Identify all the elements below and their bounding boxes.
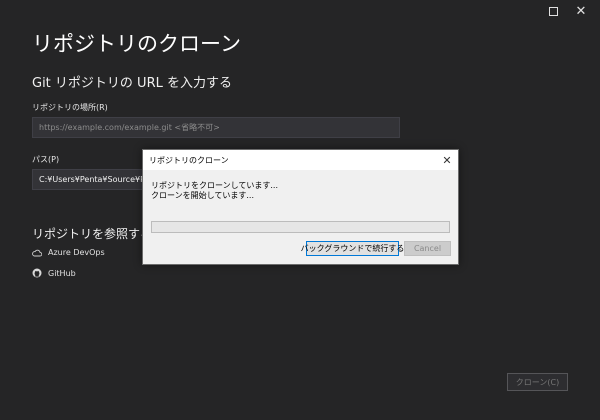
github-icon — [32, 268, 42, 278]
dialog-message-starting: クローンを開始しています... — [151, 191, 254, 200]
close-icon: ✕ — [575, 3, 587, 19]
browse-section-title: リポジトリを参照する — [32, 227, 153, 241]
maximize-icon — [548, 6, 558, 16]
page-title: リポジトリのクローン — [32, 32, 241, 56]
close-icon: ✕ — [442, 153, 452, 167]
clone-progress-dialog: リポジトリのクローン ✕ リポジトリをクローンしています... クローンを開始し… — [142, 149, 459, 265]
github-label: GitHub — [48, 268, 76, 278]
azure-devops-link[interactable]: Azure DevOps — [32, 248, 105, 257]
path-label: パス(P) — [32, 155, 60, 164]
dialog-titlebar: リポジトリのクローン ✕ — [143, 150, 458, 170]
clone-progress-bar — [151, 221, 450, 233]
continue-in-background-button[interactable]: バックグラウンドで続行する — [301, 241, 404, 256]
close-window-button[interactable]: ✕ — [570, 3, 592, 19]
azure-devops-label: Azure DevOps — [48, 248, 105, 257]
dialog-close-button[interactable]: ✕ — [440, 153, 454, 167]
maximize-button[interactable] — [542, 3, 564, 19]
cloud-icon — [32, 249, 42, 256]
dialog-title: リポジトリのクローン — [149, 156, 229, 165]
github-link[interactable]: GitHub — [32, 268, 76, 278]
page-subtitle: Git リポジトリの URL を入力する — [32, 76, 232, 91]
clone-button[interactable]: クローン(C) — [507, 373, 568, 391]
repo-location-input[interactable] — [32, 117, 400, 138]
cancel-button[interactable]: Cancel — [404, 241, 451, 256]
repo-location-label: リポジトリの場所(R) — [32, 103, 108, 112]
